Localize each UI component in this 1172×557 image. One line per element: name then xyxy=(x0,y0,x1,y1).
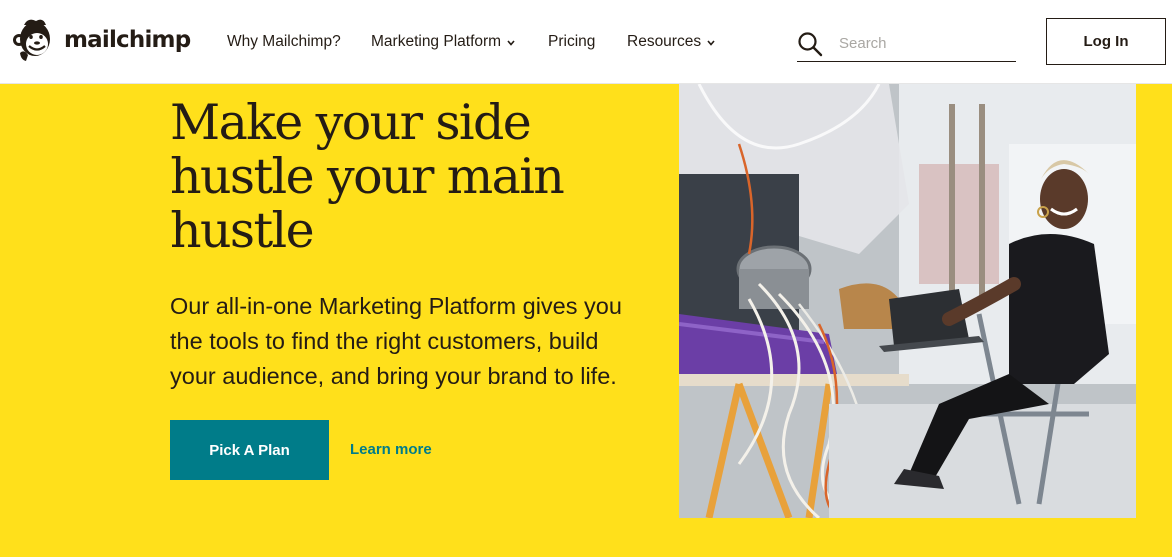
pick-a-plan-button[interactable]: Pick A Plan xyxy=(170,420,329,480)
site-header: mailchimp Why Mailchimp? Marketing Platf… xyxy=(0,0,1172,84)
nav-label: Resources xyxy=(627,33,702,50)
logo-wordmark: mailchimp xyxy=(64,27,191,53)
learn-more-link[interactable]: Learn more xyxy=(350,441,432,458)
nav-label: Pricing xyxy=(548,33,596,50)
search-input[interactable] xyxy=(839,35,1009,52)
hero-photo xyxy=(679,84,1136,518)
chevron-down-icon xyxy=(507,33,515,51)
freddie-chimp-icon xyxy=(13,19,50,61)
nav-label: Marketing Platform xyxy=(371,33,502,50)
nav-label: Why Mailchimp? xyxy=(227,33,341,50)
hero-subtext: Our all-in-one Marketing Platform gives … xyxy=(170,293,622,389)
nav-pricing[interactable]: Pricing xyxy=(548,0,595,84)
nav-marketing-platform[interactable]: Marketing Platform xyxy=(371,0,515,84)
mailchimp-logo[interactable]: mailchimp xyxy=(10,14,191,66)
search-bar xyxy=(797,26,1016,62)
login-button[interactable]: Log In xyxy=(1046,18,1166,65)
hero-headline: Make your side hustle your main hustle xyxy=(170,94,565,259)
nav-resources[interactable]: Resources xyxy=(627,0,715,84)
search-icon[interactable] xyxy=(797,31,823,57)
nav-why-mailchimp[interactable]: Why Mailchimp? xyxy=(227,0,341,84)
chevron-down-icon xyxy=(707,33,715,51)
